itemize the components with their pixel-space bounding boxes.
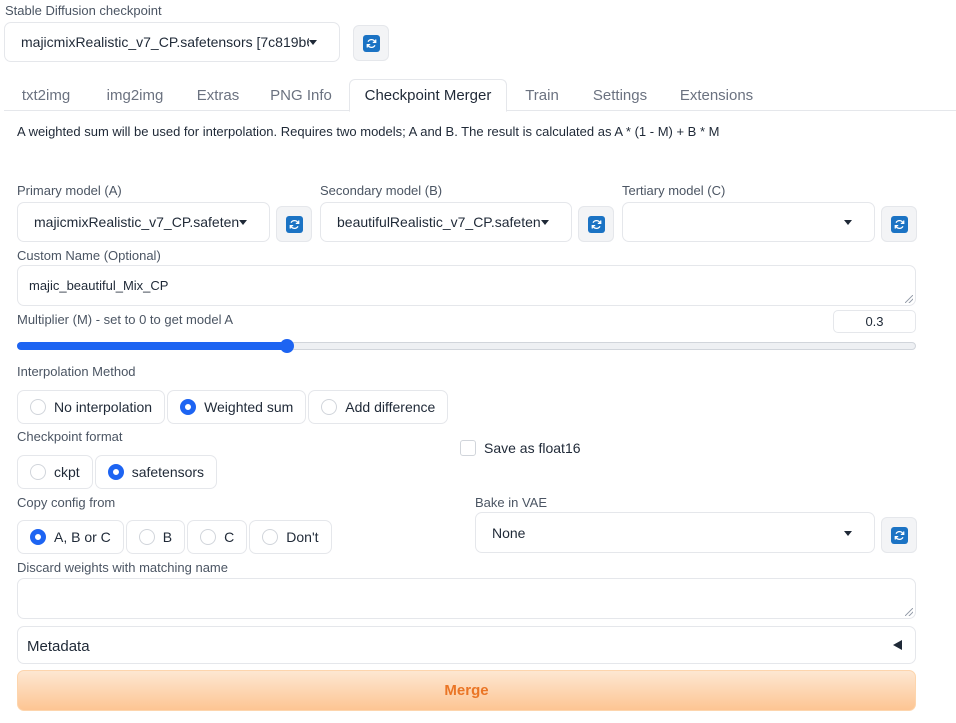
radio-circle bbox=[321, 399, 338, 415]
radio-label: Don't bbox=[286, 529, 319, 545]
merge-description: A weighted sum will be used for interpol… bbox=[17, 124, 720, 139]
refresh-icon bbox=[285, 215, 303, 233]
chevron-down-icon bbox=[541, 220, 549, 225]
radio-circle-selected bbox=[107, 464, 124, 480]
merge-button[interactable]: Merge bbox=[17, 670, 916, 711]
metadata-accordion[interactable]: Metadata bbox=[17, 626, 916, 664]
radio-label: No interpolation bbox=[54, 399, 153, 415]
primary-refresh-button[interactable] bbox=[276, 206, 312, 242]
copy-config-radio-group: A, B or C B C Don't bbox=[17, 520, 332, 554]
bake-vae-dropdown[interactable]: None bbox=[475, 512, 875, 553]
radio-circle-selected bbox=[30, 529, 46, 545]
multiplier-number-input[interactable]: 0.3 bbox=[833, 310, 916, 333]
checkbox-box bbox=[460, 440, 476, 456]
radio-circle bbox=[138, 529, 155, 545]
resize-handle[interactable] bbox=[905, 608, 913, 616]
radio-circle bbox=[30, 464, 46, 480]
radio-label: ckpt bbox=[54, 464, 80, 480]
slider-thumb[interactable] bbox=[279, 339, 294, 353]
refresh-icon bbox=[587, 215, 605, 233]
tertiary-refresh-button[interactable] bbox=[881, 206, 917, 242]
bake-vae-label: Bake in VAE bbox=[475, 495, 548, 510]
radio-label: Add difference bbox=[345, 399, 436, 415]
radio-circle bbox=[30, 399, 46, 415]
secondary-model-value: beautifulRealistic_v7_CP.safetensors bbox=[337, 214, 541, 230]
format-radio-group: ckpt safetensors bbox=[17, 455, 218, 489]
radio-a-b-or-c[interactable]: A, B or C bbox=[17, 520, 124, 554]
radio-circle bbox=[262, 529, 279, 545]
checkpoint-dropdown[interactable]: majicmixRealistic_v7_CP.safetensors [7c8… bbox=[4, 22, 340, 62]
chevron-down-icon bbox=[844, 530, 852, 536]
tab-checkpoint-merger[interactable]: Checkpoint Merger bbox=[349, 79, 507, 112]
radio-c[interactable]: C bbox=[187, 520, 248, 554]
interpolation-radio-group: No interpolation Weighted sum Add differ… bbox=[17, 390, 449, 424]
primary-model-label: Primary model (A) bbox=[17, 183, 122, 198]
copy-config-label: Copy config from bbox=[17, 495, 116, 510]
checkpoint-refresh-button[interactable] bbox=[353, 25, 389, 61]
save-float16-label: Save as float16 bbox=[484, 440, 581, 456]
metadata-label: Metadata bbox=[27, 638, 90, 655]
primary-model-dropdown[interactable]: majicmixRealistic_v7_CP.safetensors bbox=[17, 202, 270, 242]
slider-fill bbox=[17, 342, 287, 350]
collapse-arrow-icon bbox=[893, 640, 902, 650]
custom-name-value: majic_beautiful_Mix_CP bbox=[29, 278, 169, 293]
radio-no-interpolation[interactable]: No interpolation bbox=[17, 390, 166, 424]
refresh-icon bbox=[890, 215, 908, 233]
interpolation-label: Interpolation Method bbox=[17, 364, 136, 379]
radio-circle bbox=[200, 529, 217, 545]
bake-vae-value: None bbox=[492, 524, 526, 541]
chevron-down-icon bbox=[844, 220, 852, 225]
refresh-icon bbox=[362, 34, 380, 52]
discard-input[interactable] bbox=[17, 578, 916, 619]
tab-extras[interactable]: Extras bbox=[184, 79, 252, 111]
tertiary-model-label: Tertiary model (C) bbox=[622, 183, 726, 198]
discard-label: Discard weights with matching name bbox=[17, 560, 228, 575]
chevron-down-icon bbox=[309, 40, 317, 45]
tab-txt2img[interactable]: txt2img bbox=[4, 79, 88, 111]
tab-settings[interactable]: Settings bbox=[580, 79, 660, 111]
refresh-icon bbox=[890, 526, 908, 544]
checkpoint-value: majicmixRealistic_v7_CP.safetensors [7c8… bbox=[21, 34, 309, 50]
radio-label: C bbox=[224, 529, 235, 545]
radio-label: Weighted sum bbox=[204, 399, 294, 415]
tab-extensions[interactable]: Extensions bbox=[668, 79, 765, 111]
secondary-model-label: Secondary model (B) bbox=[320, 183, 443, 198]
tab-png-info[interactable]: PNG Info bbox=[259, 79, 343, 111]
vae-refresh-button[interactable] bbox=[881, 517, 917, 553]
format-label: Checkpoint format bbox=[17, 429, 123, 444]
tab-img2img[interactable]: img2img bbox=[93, 79, 177, 111]
radio-label: A, B or C bbox=[54, 529, 111, 545]
radio-b[interactable]: B bbox=[125, 520, 186, 554]
radio-weighted-sum[interactable]: Weighted sum bbox=[167, 390, 307, 424]
tertiary-model-value bbox=[639, 203, 844, 241]
custom-name-label: Custom Name (Optional) bbox=[17, 248, 161, 263]
checkpoint-label: Stable Diffusion checkpoint bbox=[5, 3, 162, 18]
radio-circle-selected bbox=[180, 399, 197, 415]
radio-safetensors[interactable]: safetensors bbox=[94, 455, 218, 489]
tab-train[interactable]: Train bbox=[512, 79, 572, 111]
radio-label: safetensors bbox=[131, 464, 205, 480]
custom-name-input[interactable]: majic_beautiful_Mix_CP bbox=[17, 265, 916, 306]
primary-model-value: majicmixRealistic_v7_CP.safetensors bbox=[34, 214, 239, 230]
secondary-model-dropdown[interactable]: beautifulRealistic_v7_CP.safetensors bbox=[320, 202, 572, 242]
multiplier-label: Multiplier (M) - set to 0 to get model A bbox=[17, 312, 234, 327]
radio-ckpt[interactable]: ckpt bbox=[17, 455, 93, 489]
save-float16-checkbox[interactable]: Save as float16 bbox=[460, 440, 581, 456]
tertiary-model-dropdown[interactable] bbox=[622, 202, 875, 242]
multiplier-slider[interactable] bbox=[17, 339, 916, 353]
chevron-down-icon bbox=[239, 220, 247, 225]
radio-dont[interactable]: Don't bbox=[249, 520, 332, 554]
radio-add-difference[interactable]: Add difference bbox=[308, 390, 449, 424]
radio-label: B bbox=[162, 529, 173, 545]
resize-handle[interactable] bbox=[905, 295, 913, 303]
secondary-refresh-button[interactable] bbox=[578, 206, 614, 242]
